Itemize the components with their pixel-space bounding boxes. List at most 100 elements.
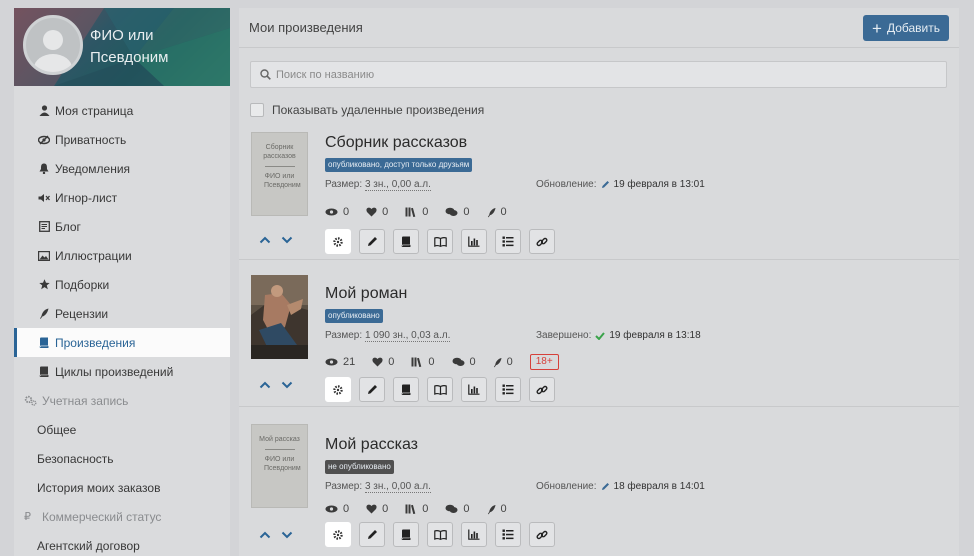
views-count: 0 (343, 503, 350, 515)
chevron-up-icon[interactable] (259, 531, 271, 539)
sidebar-item-series[interactable]: Циклы произведений (14, 357, 230, 386)
comments-stat: 0 (445, 503, 470, 515)
sidebar-item-reviews[interactable]: Рецензии (14, 299, 230, 328)
book-icon (401, 529, 411, 540)
sidebar-item-label: Циклы произведений (55, 364, 174, 379)
contents-button[interactable] (495, 229, 521, 254)
sidebar-item-my-page[interactable]: Моя страница (14, 96, 230, 125)
settings-button[interactable] (325, 522, 351, 547)
likes-stat: 0 (372, 356, 394, 368)
chapters-button[interactable] (393, 377, 419, 402)
bar-chart-icon (468, 384, 480, 395)
user-icon (37, 104, 51, 118)
avatar[interactable] (23, 15, 83, 75)
chevron-down-icon[interactable] (281, 531, 293, 539)
edit-button[interactable] (359, 522, 385, 547)
statistics-button[interactable] (461, 229, 487, 254)
gear-icon (332, 236, 344, 248)
sidebar-item-general[interactable]: Общее (14, 415, 230, 444)
profile-header: ФИО или Псевдоним (14, 8, 230, 86)
views-stat: 0 (325, 206, 349, 218)
sidebar-item-label: Приватность (55, 132, 127, 147)
link-button[interactable] (529, 377, 555, 402)
sidebar-item-agent-contract[interactable]: Агентский договор (14, 531, 230, 556)
book-cover[interactable]: Мой рассказ ФИО или Псевдоним (251, 424, 308, 508)
status-badge: опубликовано, доступ только друзьям (325, 158, 473, 172)
work-stats: 0 0 0 0 0 (325, 206, 524, 218)
work-date: Обновление: 18 февраля в 14:01 (536, 481, 705, 492)
chevron-up-icon[interactable] (259, 236, 271, 244)
image-icon (37, 249, 51, 263)
views-count: 0 (343, 206, 350, 218)
reorder-arrows (259, 236, 293, 244)
likes-count: 0 (382, 206, 389, 218)
search-icon (260, 69, 271, 80)
sidebar-item-security[interactable]: Безопасность (14, 444, 230, 473)
commercial-section-label: Коммерческий статус (42, 509, 162, 524)
work-actions (325, 522, 555, 547)
book-cover[interactable]: Сборник рассказов ФИО или Псевдоним (251, 132, 308, 216)
account-section-label: Учетная запись (42, 393, 129, 408)
sidebar-item-collections[interactable]: Подборки (14, 270, 230, 299)
work-title[interactable]: Мой роман (325, 285, 407, 303)
reorder-arrows (259, 381, 293, 389)
main-header: Мои произведения + Добавить (239, 8, 959, 48)
show-deleted-checkbox[interactable] (250, 103, 264, 117)
add-work-button[interactable]: + Добавить (863, 15, 949, 41)
eye-slash-icon (37, 133, 51, 147)
sidebar-item-order-history[interactable]: История моих заказов (14, 473, 230, 502)
chapters-button[interactable] (393, 522, 419, 547)
gear-icon (332, 384, 344, 396)
chapters-button[interactable] (393, 229, 419, 254)
link-button[interactable] (529, 522, 555, 547)
chevron-up-icon[interactable] (259, 381, 271, 389)
plus-icon: + (872, 18, 882, 38)
contents-button[interactable] (495, 377, 521, 402)
sidebar-item-illustrations[interactable]: Иллюстрации (14, 241, 230, 270)
chevron-down-icon[interactable] (281, 236, 293, 244)
eye-icon (325, 358, 338, 366)
edit-button[interactable] (359, 229, 385, 254)
mute-icon (37, 191, 51, 205)
sidebar-item-blog[interactable]: Блог (14, 212, 230, 241)
sidebar-item-notifications[interactable]: Уведомления (14, 154, 230, 183)
sidebar-item-works[interactable]: Произведения (14, 328, 230, 357)
work-title[interactable]: Сборник рассказов (325, 134, 467, 152)
settings-button[interactable] (325, 229, 351, 254)
pencil-icon (367, 384, 378, 395)
chevron-down-icon[interactable] (281, 381, 293, 389)
gear-icon (332, 529, 344, 541)
link-button[interactable] (529, 229, 555, 254)
cover-title: Сборник рассказов (263, 144, 296, 160)
settings-button[interactable] (325, 377, 351, 402)
profile-name[interactable]: ФИО или Псевдоним (90, 25, 220, 69)
sidebar-item-privacy[interactable]: Приватность (14, 125, 230, 154)
work-title[interactable]: Мой рассказ (325, 436, 418, 454)
edit-button[interactable] (359, 377, 385, 402)
sidebar-item-label: Произведения (55, 335, 136, 350)
size-label: Размер: (325, 481, 363, 492)
work-size: Размер: 3 зн., 0,00 а.л. (325, 179, 431, 191)
cover-author: ФИО или Псевдоним (264, 173, 301, 189)
contents-button[interactable] (495, 522, 521, 547)
sidebar: ФИО или Псевдоним Моя страница Приватнос… (14, 8, 230, 556)
sidebar-item-ignore-list[interactable]: Игнор-лист (14, 183, 230, 212)
read-button[interactable] (427, 522, 453, 547)
statistics-button[interactable] (461, 522, 487, 547)
reviews-stat: 0 (493, 356, 513, 368)
quill-icon (487, 207, 496, 218)
show-deleted-toggle[interactable]: Показывать удаленные произведения (250, 103, 484, 117)
show-deleted-label: Показывать удаленные произведения (272, 103, 485, 117)
work-actions (325, 229, 555, 254)
sidebar-item-label: Рецензии (55, 306, 109, 321)
statistics-button[interactable] (461, 377, 487, 402)
read-button[interactable] (427, 229, 453, 254)
size-label: Размер: (325, 179, 363, 190)
search-input[interactable]: Поиск по названию (250, 61, 947, 88)
pencil-icon (367, 236, 378, 247)
read-button[interactable] (427, 377, 453, 402)
heart-icon (372, 357, 383, 367)
likes-count: 0 (382, 503, 389, 515)
account-section-header: Учетная запись (14, 386, 230, 415)
book-cover[interactable] (251, 275, 308, 359)
